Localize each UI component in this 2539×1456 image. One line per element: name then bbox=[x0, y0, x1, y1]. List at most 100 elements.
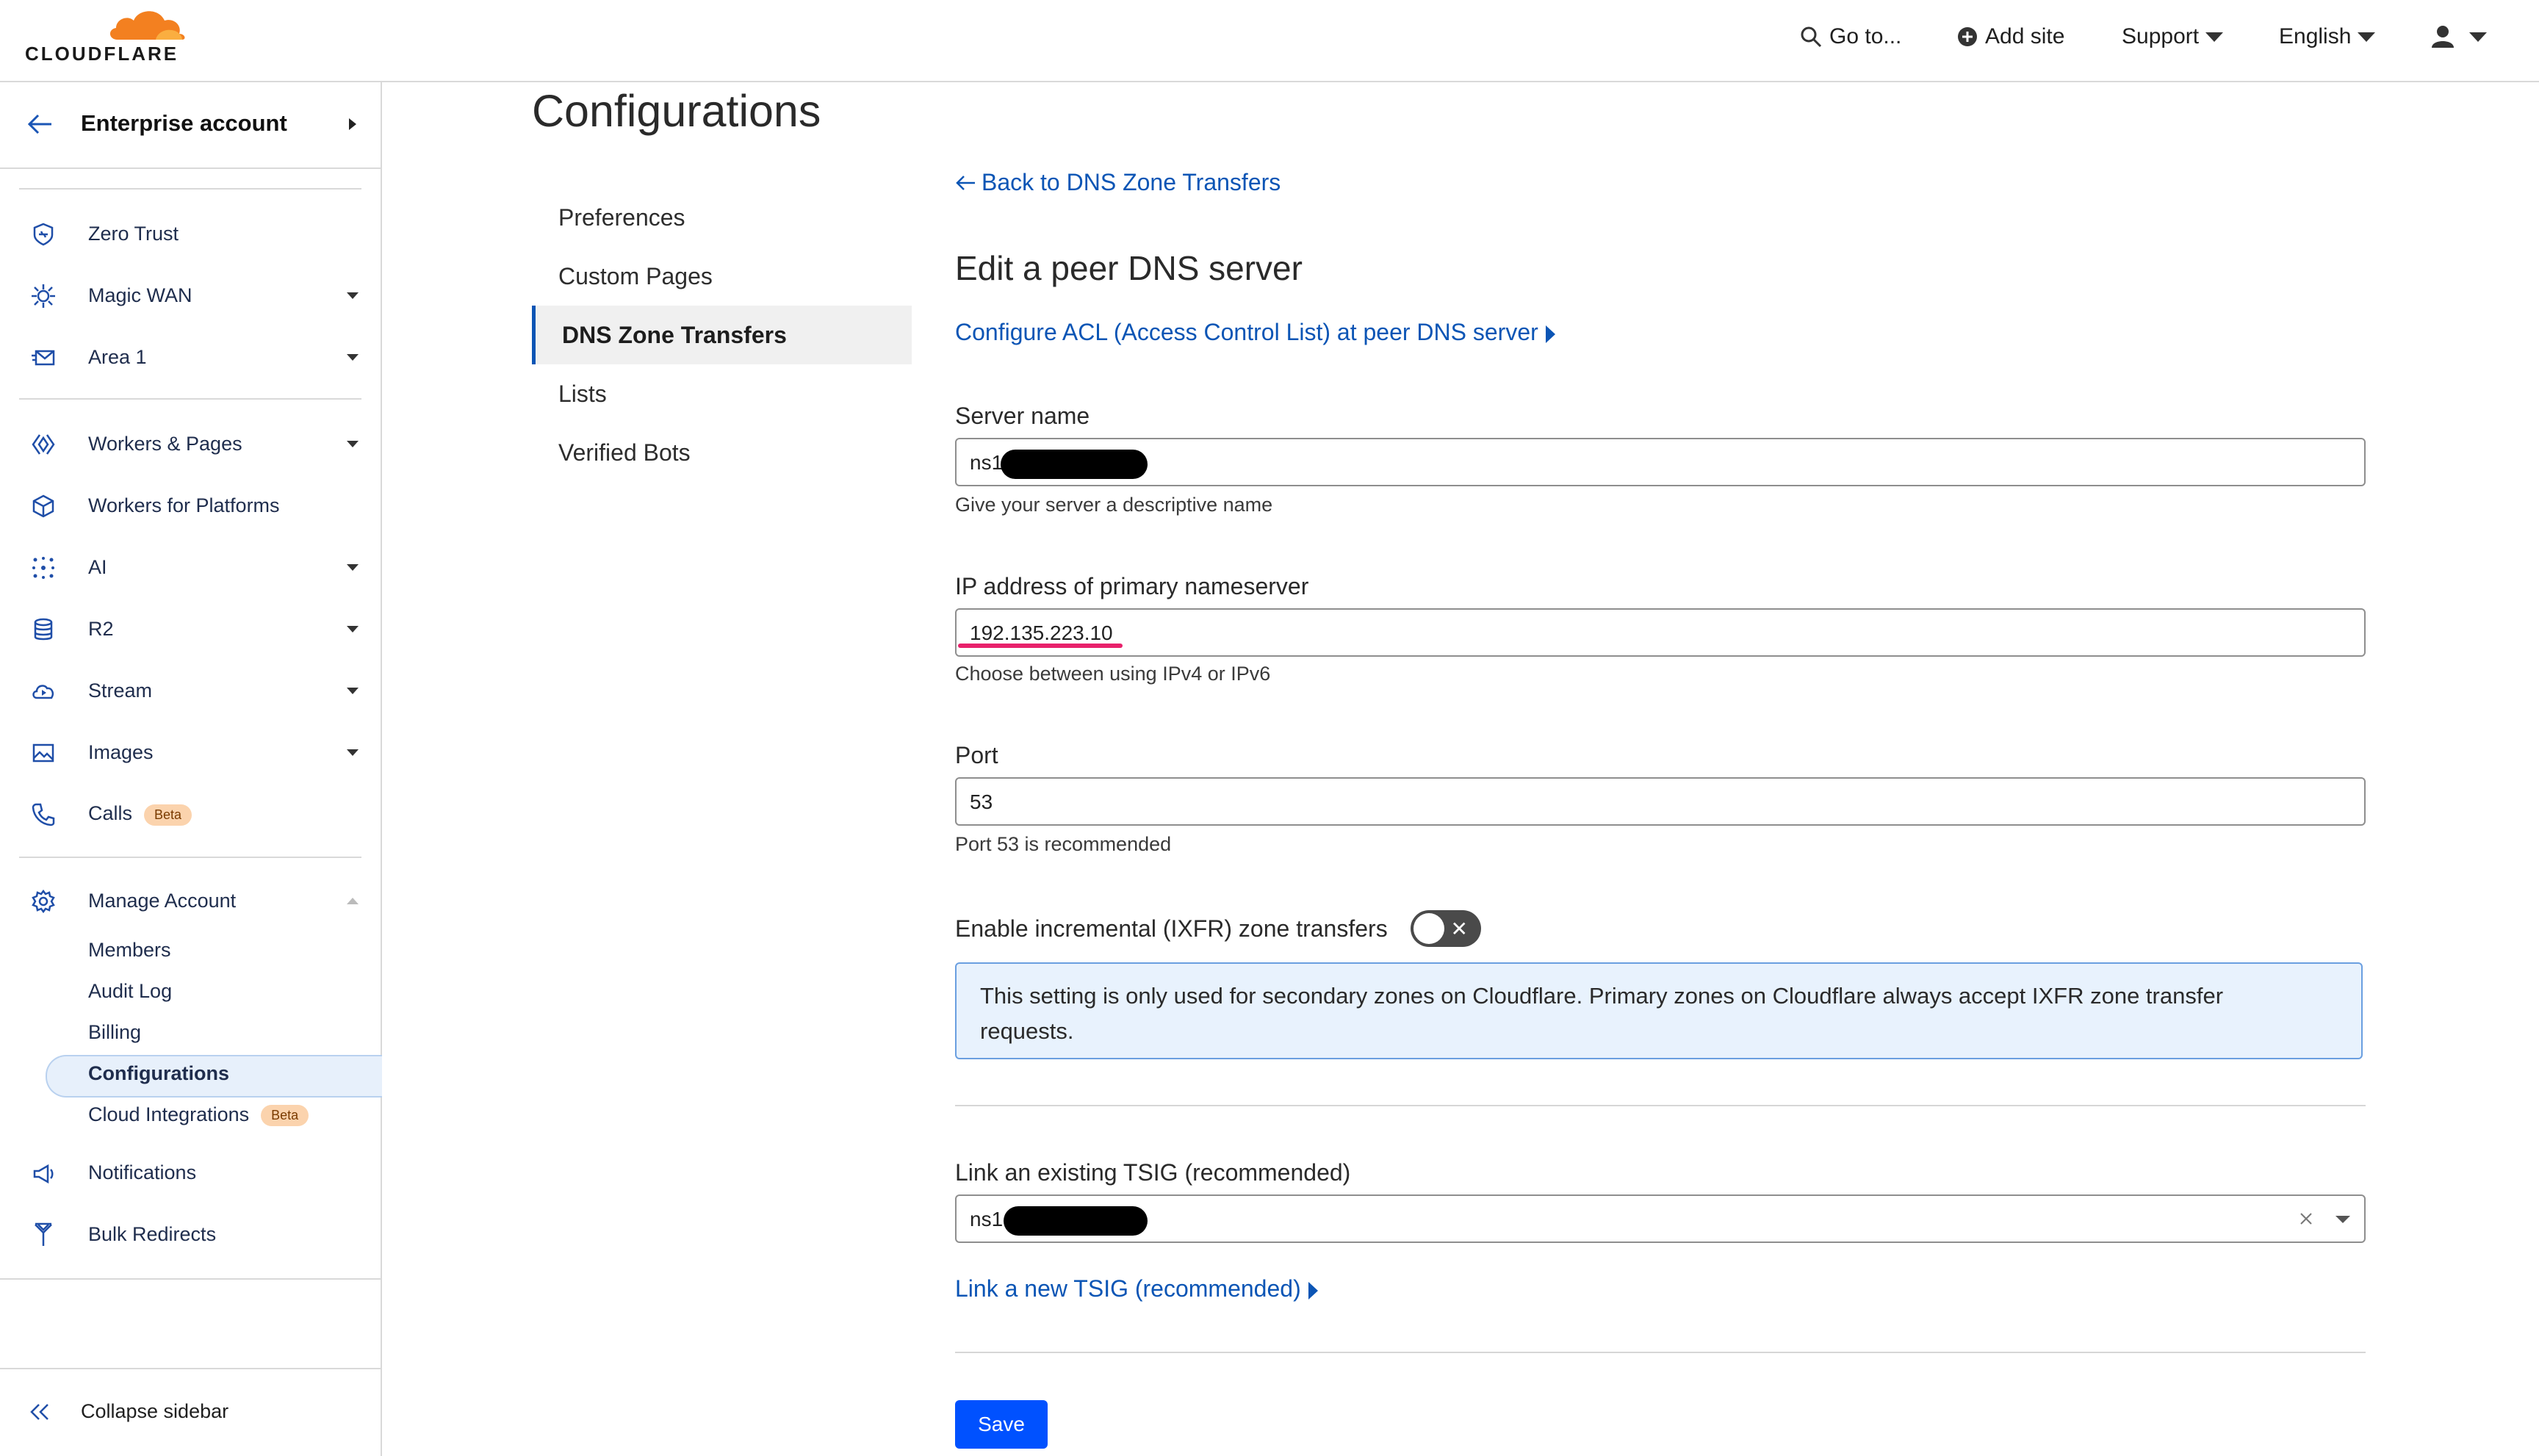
add-site-label: Add site bbox=[1985, 24, 2065, 48]
account-name: Enterprise account bbox=[81, 110, 287, 136]
chevron-down-icon bbox=[347, 626, 359, 633]
subnav-preferences[interactable]: Preferences bbox=[532, 188, 908, 247]
support-dropdown[interactable]: Support bbox=[2122, 21, 2224, 53]
back-to-dns-zone-transfers-link[interactable]: Back to DNS Zone Transfers bbox=[955, 169, 1281, 196]
subnav-custom-pages[interactable]: Custom Pages bbox=[532, 247, 908, 306]
image-icon bbox=[32, 743, 54, 763]
sidebar-item-label: Calls Beta bbox=[88, 802, 192, 826]
tsig-value: ns1 bbox=[970, 1208, 1004, 1230]
sidebar-divider bbox=[19, 188, 361, 190]
redirect-icon bbox=[35, 1222, 52, 1246]
gear-icon bbox=[32, 889, 55, 914]
zero-trust-icon bbox=[33, 223, 54, 246]
double-chevron-left-icon bbox=[30, 1404, 48, 1420]
plus-circle-icon bbox=[1958, 27, 1977, 46]
cube-icon bbox=[32, 494, 54, 518]
sidebar-item-label: AI bbox=[88, 555, 107, 578]
chevron-down-icon bbox=[347, 441, 359, 447]
sidebar-item-area-1[interactable]: Area 1 bbox=[0, 335, 381, 379]
user-menu[interactable] bbox=[2430, 21, 2488, 53]
tsig-label: Link an existing TSIG (recommended) bbox=[955, 1159, 1351, 1186]
port-help: Port 53 is recommended bbox=[955, 833, 1172, 855]
sidebar-subitem-audit-log[interactable]: Audit Log bbox=[88, 980, 172, 1003]
cloud-play-icon bbox=[32, 685, 54, 699]
back-arrow-icon[interactable] bbox=[26, 113, 53, 135]
ip-address-value: 192.135.223.10 bbox=[970, 621, 1113, 644]
language-dropdown[interactable]: English bbox=[2279, 21, 2376, 53]
close-icon: ✕ bbox=[1450, 918, 1468, 940]
redaction-mark bbox=[1001, 450, 1148, 479]
sidebar-item-ai[interactable]: AI bbox=[0, 545, 381, 589]
chevron-down-icon bbox=[347, 749, 359, 756]
chevron-down-icon bbox=[347, 292, 359, 299]
redaction-mark bbox=[1004, 1206, 1148, 1236]
server-name-value: ns1 bbox=[970, 451, 1004, 474]
sidebar-subitem-billing[interactable]: Billing bbox=[88, 1021, 141, 1044]
chevron-down-icon bbox=[2358, 32, 2376, 42]
subnav-label: DNS Zone Transfers bbox=[562, 321, 787, 348]
save-button[interactable]: Save bbox=[955, 1400, 1048, 1449]
sidebar-item-images[interactable]: Images bbox=[0, 730, 381, 774]
chevron-up-icon bbox=[347, 898, 359, 904]
sidebar-item-r2[interactable]: R2 bbox=[0, 607, 381, 651]
subnav-verified-bots[interactable]: Verified Bots bbox=[532, 423, 908, 482]
logo-wordmark: CLOUDFLARE bbox=[25, 43, 179, 65]
sidebar-subitem-members[interactable]: Members bbox=[88, 939, 171, 962]
ip-address-help: Choose between using IPv4 or IPv6 bbox=[955, 663, 1271, 685]
subnav-dns-zone-transfers[interactable]: DNS Zone Transfers bbox=[532, 306, 912, 364]
ip-address-input[interactable]: 192.135.223.10 bbox=[955, 608, 2366, 657]
collapse-sidebar-button[interactable]: Collapse sidebar bbox=[0, 1368, 381, 1456]
ip-address-label: IP address of primary nameserver bbox=[955, 573, 1309, 599]
subnav-label: Verified Bots bbox=[558, 439, 691, 466]
subnav-lists[interactable]: Lists bbox=[532, 364, 908, 423]
clear-icon[interactable] bbox=[2299, 1212, 2313, 1225]
cloudflare-logo[interactable]: CLOUDFLARE bbox=[22, 4, 191, 65]
sidebar-item-bulk-redirects[interactable]: Bulk Redirects bbox=[0, 1212, 381, 1256]
server-name-input[interactable]: ns1 bbox=[955, 438, 2366, 486]
language-label: English bbox=[2279, 24, 2352, 48]
search-icon bbox=[1801, 26, 1822, 48]
add-site-button[interactable]: Add site bbox=[1957, 21, 2064, 53]
port-input[interactable]: 53 bbox=[955, 777, 2366, 826]
support-label: Support bbox=[2122, 24, 2200, 48]
sidebar-item-stream[interactable]: Stream bbox=[0, 668, 381, 713]
sidebar-item-label: Notifications bbox=[88, 1161, 197, 1183]
subnav-label: Custom Pages bbox=[558, 262, 713, 289]
sidebar-item-zero-trust[interactable]: Zero Trust bbox=[0, 212, 381, 256]
caret-right-icon bbox=[1545, 325, 1555, 343]
chevron-down-icon bbox=[347, 688, 359, 694]
sidebar-item-notifications[interactable]: Notifications bbox=[0, 1150, 381, 1194]
chevron-down-icon bbox=[347, 354, 359, 361]
sidebar-item-label: Images bbox=[88, 740, 154, 763]
sidebar-subitem-cloud-integrations[interactable]: Cloud Integrations Beta bbox=[88, 1103, 309, 1127]
tsig-select[interactable]: ns1 bbox=[955, 1194, 2366, 1243]
database-icon bbox=[34, 618, 53, 641]
sidebar-divider bbox=[19, 398, 361, 400]
top-bar: CLOUDFLARE Go to... Add site Support Eng… bbox=[0, 0, 2539, 82]
sidebar-item-workers-for-platforms[interactable]: Workers for Platforms bbox=[0, 483, 381, 527]
caret-right-icon bbox=[1308, 1281, 1318, 1300]
link-new-tsig-link[interactable]: Link a new TSIG (recommended) bbox=[955, 1275, 1318, 1302]
form-heading: Edit a peer DNS server bbox=[955, 249, 1303, 287]
sidebar-item-label: Magic WAN bbox=[88, 284, 192, 306]
port-label: Port bbox=[955, 742, 998, 768]
sidebar-item-workers-pages[interactable]: Workers & Pages bbox=[0, 422, 381, 466]
configure-acl-link[interactable]: Configure ACL (Access Control List) at p… bbox=[955, 319, 1555, 346]
sidebar-item-label: Workers for Platforms bbox=[88, 494, 280, 516]
account-switcher[interactable]: Enterprise account bbox=[0, 82, 381, 169]
goto-button[interactable]: Go to... bbox=[1800, 21, 1901, 53]
sidebar-item-calls[interactable]: Calls Beta bbox=[0, 792, 381, 836]
chevron-down-icon[interactable] bbox=[2335, 1215, 2351, 1224]
subnav-label: Lists bbox=[558, 380, 607, 407]
sidebar-item-manage-account[interactable]: Manage Account bbox=[0, 879, 381, 923]
toggle-knob bbox=[1413, 913, 1444, 944]
ixfr-toggle[interactable]: ✕ bbox=[1411, 910, 1481, 947]
user-icon bbox=[2432, 26, 2454, 48]
chevron-down-icon bbox=[2469, 32, 2487, 42]
sidebar-item-label: Zero Trust bbox=[88, 222, 179, 245]
sidebar-subitem-configurations[interactable]: Configurations bbox=[88, 1062, 229, 1085]
sidebar-item-label: Area 1 bbox=[88, 345, 147, 368]
arrow-left-icon bbox=[956, 175, 975, 190]
annotation-underline bbox=[958, 644, 1123, 648]
sidebar-item-magic-wan[interactable]: Magic WAN bbox=[0, 273, 381, 317]
